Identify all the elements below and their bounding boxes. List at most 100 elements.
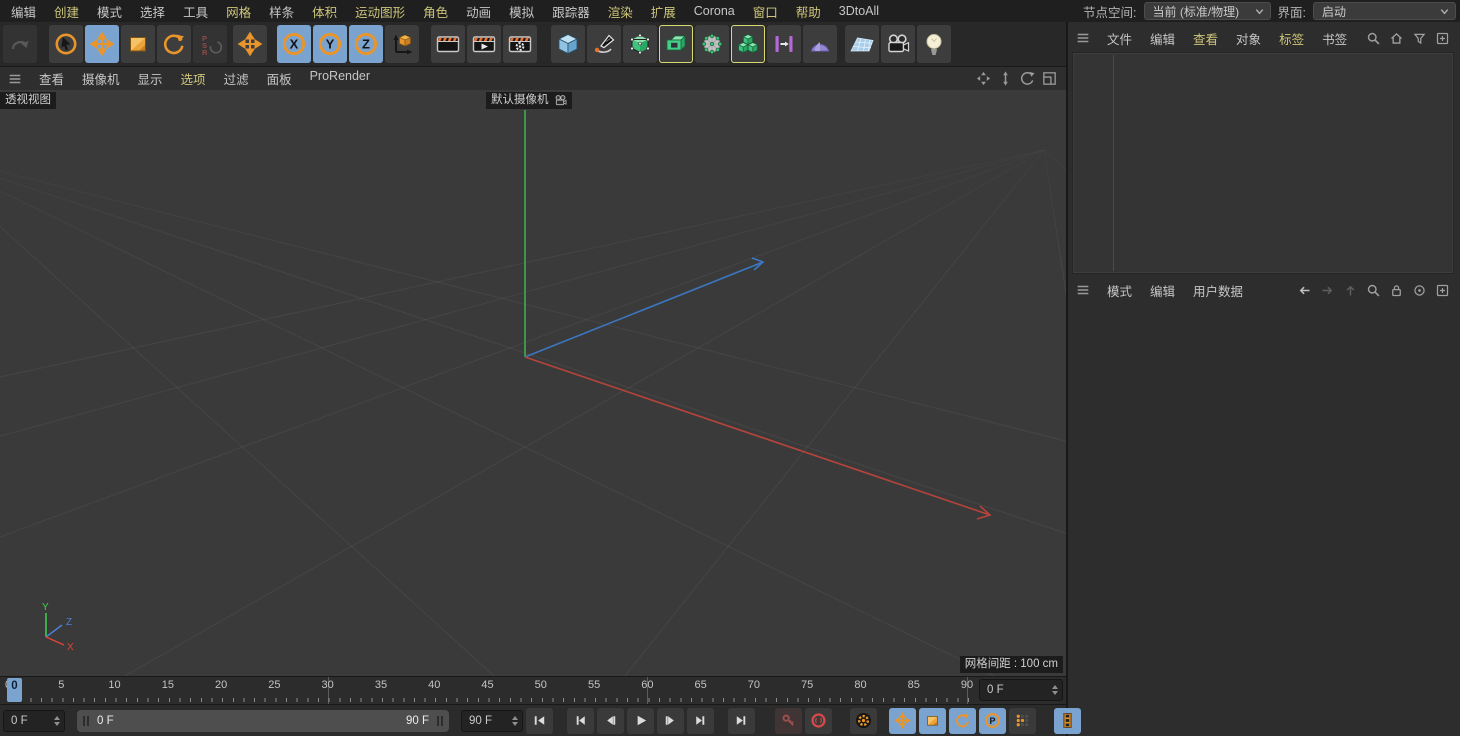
scale-tool[interactable] <box>121 25 155 63</box>
record-position-toggle[interactable] <box>889 707 916 734</box>
jump-start-button[interactable] <box>526 707 553 734</box>
range-start-field[interactable]: 0 F <box>3 709 65 732</box>
om-menu-item-tags[interactable]: 标签 <box>1270 29 1313 48</box>
camera-label[interactable]: 默认摄像机 <box>486 92 572 109</box>
menubar-item-spline[interactable]: 样条 <box>260 2 303 21</box>
menubar-item-character[interactable]: 角色 <box>414 2 457 21</box>
menubar-item-animate[interactable]: 动画 <box>457 2 500 21</box>
spinner-arrows[interactable] <box>512 715 522 726</box>
record-scale-toggle[interactable] <box>919 707 946 734</box>
subdivision-surface-button[interactable] <box>623 25 657 63</box>
jump-end-button[interactable] <box>728 707 755 734</box>
autokey-toggle[interactable] <box>805 707 832 734</box>
om-menu-item-view[interactable]: 查看 <box>1184 29 1227 48</box>
menubar-item-mesh[interactable]: 网格 <box>217 2 260 21</box>
timeline-range-slider[interactable]: 0 F 90 F <box>77 709 449 732</box>
search-icon[interactable] <box>1366 283 1381 298</box>
last-tool-psr[interactable]: PSR <box>193 25 227 63</box>
target-icon[interactable] <box>1412 283 1427 298</box>
record-pla-toggle[interactable] <box>1009 707 1036 734</box>
render-view-button[interactable] <box>431 25 465 63</box>
record-parameter-toggle[interactable]: P <box>979 707 1006 734</box>
goto-prev-key-button[interactable] <box>567 707 594 734</box>
menubar-item-volume[interactable]: 体积 <box>303 2 346 21</box>
object-manager-panel[interactable] <box>1072 52 1454 274</box>
viewport-menu-item-view[interactable]: 查看 <box>30 69 73 88</box>
light-button[interactable] <box>917 25 951 63</box>
timeline-playhead[interactable]: 0 <box>7 678 22 702</box>
menubar-item-edit[interactable]: 编辑 <box>2 2 45 21</box>
range-end-field[interactable]: 90 F <box>461 709 523 732</box>
am-menu-item-edit[interactable]: 编辑 <box>1141 281 1184 300</box>
coordinate-system-toggle[interactable] <box>385 25 419 63</box>
floor-button[interactable] <box>845 25 879 63</box>
menubar-item-tracker[interactable]: 跟踪器 <box>543 2 599 21</box>
menubar-item-mode[interactable]: 模式 <box>88 2 131 21</box>
render-picture-viewer-button[interactable] <box>467 25 501 63</box>
rotate-tool[interactable] <box>157 25 191 63</box>
lock-y-axis-toggle[interactable]: Y <box>313 25 347 63</box>
viewport-menu-item-cameras[interactable]: 摄像机 <box>73 69 129 88</box>
interface-select[interactable]: 启动 <box>1313 2 1456 20</box>
menubar-item-extensions[interactable]: 扩展 <box>642 2 685 21</box>
render-settings-button[interactable] <box>503 25 537 63</box>
record-keyframe-button[interactable] <box>775 707 802 734</box>
hamburger-icon[interactable] <box>0 71 30 87</box>
arrow-left-icon[interactable] <box>1297 283 1312 298</box>
viewport-menu-item-filter[interactable]: 过滤 <box>215 69 258 88</box>
axis-mode-toggle[interactable] <box>233 25 267 63</box>
menubar-item-corona[interactable]: Corona <box>685 4 744 18</box>
viewport-menu-item-options[interactable]: 选项 <box>172 69 215 88</box>
menubar-item-simulate[interactable]: 模拟 <box>500 2 543 21</box>
am-menu-item-mode[interactable]: 模式 <box>1098 281 1141 300</box>
lock-z-axis-toggle[interactable]: Z <box>349 25 383 63</box>
am-menu-item-userdata[interactable]: 用户数据 <box>1184 281 1252 300</box>
deformer-button[interactable] <box>695 25 729 63</box>
current-frame-field[interactable]: 0 F <box>979 679 1063 701</box>
camera-small-icon[interactable] <box>554 94 567 107</box>
slider-left-grip[interactable] <box>83 715 89 726</box>
lock-icon[interactable] <box>1389 283 1404 298</box>
goto-prev-frame-button[interactable] <box>597 707 624 734</box>
goto-next-key-button[interactable] <box>687 707 714 734</box>
viewport-canvas[interactable]: 透视视图 默认摄像机 网格间距 : 100 cm Y Z X <box>0 90 1066 676</box>
hamburger-icon[interactable] <box>1068 30 1098 46</box>
hamburger-icon[interactable] <box>1068 282 1098 298</box>
undo-button[interactable] <box>3 25 37 63</box>
camera-button[interactable] <box>881 25 915 63</box>
om-menu-item-file[interactable]: 文件 <box>1098 29 1141 48</box>
zoom-nav-icon[interactable] <box>997 70 1014 87</box>
maximize-icon[interactable] <box>1041 70 1058 87</box>
record-rotation-toggle[interactable] <box>949 707 976 734</box>
viewport-menu-item-display[interactable]: 显示 <box>129 69 172 88</box>
add-cube-button[interactable] <box>551 25 585 63</box>
search-icon[interactable] <box>1366 31 1381 46</box>
om-menu-item-bookmark[interactable]: 书签 <box>1313 29 1356 48</box>
volume-builder-button[interactable] <box>731 25 765 63</box>
menubar-item-create[interactable]: 创建 <box>45 2 88 21</box>
rotate-nav-icon[interactable] <box>1019 70 1036 87</box>
home-icon[interactable] <box>1389 31 1404 46</box>
goto-next-frame-button[interactable] <box>657 707 684 734</box>
slider-right-grip[interactable] <box>437 715 443 726</box>
arrow-right-icon[interactable] <box>1320 283 1335 298</box>
viewport-menu-item-panel[interactable]: 面板 <box>258 69 301 88</box>
menubar-item-window[interactable]: 窗口 <box>744 2 787 21</box>
move-tool[interactable] <box>85 25 119 63</box>
spinner-arrows[interactable] <box>1052 685 1062 695</box>
pen-spline-button[interactable] <box>587 25 621 63</box>
live-selection-tool[interactable] <box>49 25 83 63</box>
attribute-manager-panel[interactable] <box>1068 302 1458 736</box>
mograph-cloner-button[interactable] <box>767 25 801 63</box>
timeline-ruler[interactable]: 051015202530354045505560657075808590 0 0… <box>0 676 1066 704</box>
menubar-item-mograph[interactable]: 运动图形 <box>346 2 414 21</box>
timeline-window-button[interactable] <box>1054 707 1081 734</box>
node-space-select[interactable]: 当前 (标准/物理) <box>1143 2 1271 20</box>
menubar-item-3dtoall[interactable]: 3DtoAll <box>830 4 888 18</box>
extrude-generator-button[interactable] <box>659 25 693 63</box>
spinner-arrows[interactable] <box>54 715 64 726</box>
add-box-icon[interactable] <box>1435 31 1450 46</box>
menubar-item-tools[interactable]: 工具 <box>174 2 217 21</box>
menubar-item-select[interactable]: 选择 <box>131 2 174 21</box>
play-forward-button[interactable] <box>627 707 654 734</box>
